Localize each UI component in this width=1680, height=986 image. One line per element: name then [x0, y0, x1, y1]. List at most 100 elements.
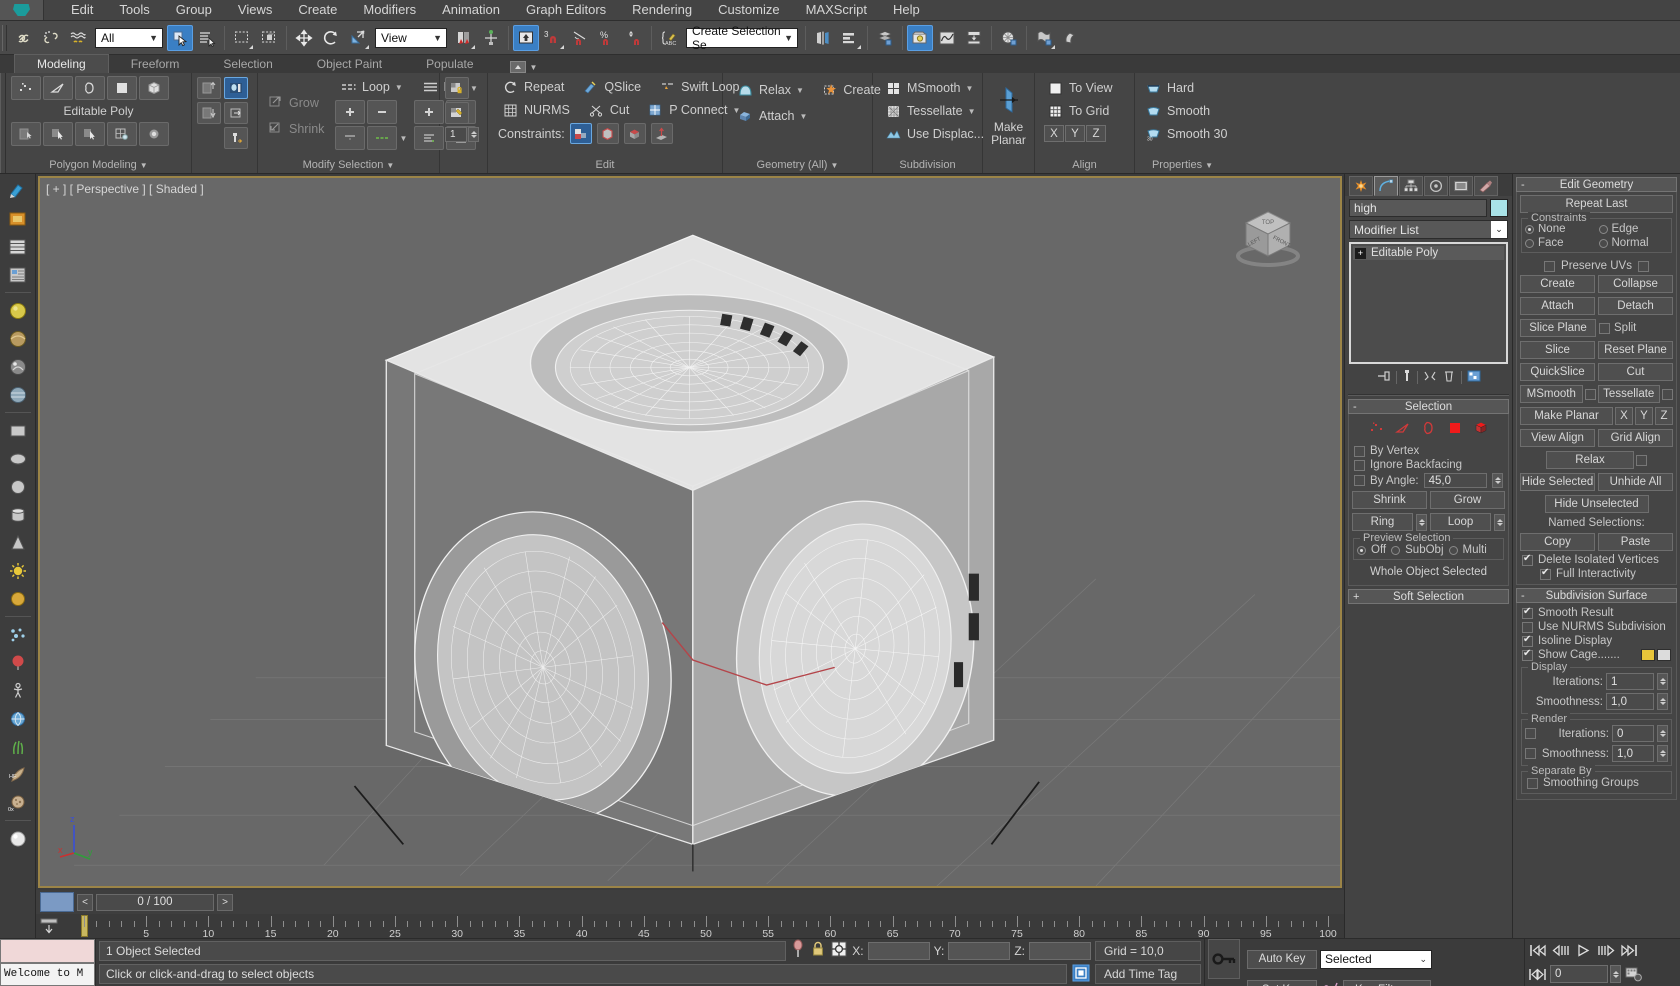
key-filters-curve-icon[interactable] [1320, 979, 1340, 986]
menu-item-group[interactable]: Group [163, 0, 225, 20]
menu-item-edit[interactable]: Edit [58, 0, 106, 20]
constraint-edge-radio[interactable] [1599, 225, 1608, 234]
noise-sphere-icon[interactable]: 0x [4, 790, 32, 815]
rendered-frame-window-icon[interactable] [1031, 25, 1057, 51]
tessellate-button[interactable]: Tessellate ▼ [881, 100, 977, 122]
qslice-button[interactable]: QSlice [578, 76, 645, 98]
sun-light-icon[interactable] [4, 558, 32, 583]
key-mode-combo[interactable]: Selected ⌄ [1320, 950, 1432, 969]
select-and-scale-icon[interactable] [345, 25, 371, 51]
make-planar-button[interactable]: Make Planar [1520, 407, 1613, 425]
paste-button[interactable]: Paste [1598, 533, 1673, 551]
constraint-none-radio[interactable] [1525, 225, 1534, 234]
ribbon-tab-freeform[interactable]: Freeform [109, 55, 202, 73]
generate-topology-icon[interactable] [11, 122, 41, 146]
preserve-uvs-row[interactable]: Preserve UVs [1520, 255, 1673, 273]
detach-button[interactable]: Detach [1598, 297, 1673, 315]
chevron-down-icon[interactable]: ▼ [395, 83, 403, 92]
select-up-icon[interactable] [197, 77, 221, 99]
create-button[interactable]: Create [1520, 275, 1595, 293]
reference-coordinate-combo[interactable]: View ▼ [375, 28, 447, 48]
rectangular-selection-region-icon[interactable] [229, 25, 255, 51]
edit-geometry-rollout-header[interactable]: - Edit Geometry [1516, 177, 1677, 192]
hierarchy-tab-icon[interactable] [1399, 176, 1423, 196]
menu-item-modifiers[interactable]: Modifiers [350, 0, 429, 20]
schematic-view-icon[interactable] [961, 25, 987, 51]
nurms-button[interactable]: NURMS [498, 99, 574, 121]
spinner-snap-toggle-icon[interactable] [621, 25, 647, 51]
reset-plane-button[interactable]: Reset Plane [1598, 341, 1673, 359]
menu-item-maxscript[interactable]: MAXScript [793, 0, 880, 20]
show-cage-checkbox[interactable] [1522, 650, 1533, 661]
selection-filter-combo[interactable]: All ▼ [95, 28, 163, 48]
timeline-ruler[interactable]: 5101520253035404550556065707580859095100 [62, 914, 1344, 938]
by-vertex-row[interactable]: By Vertex [1352, 444, 1505, 458]
select-and-manipulate-icon[interactable] [478, 25, 504, 51]
chevron-down-icon[interactable]: ▼ [799, 112, 807, 121]
copy-button[interactable]: Copy [1520, 533, 1595, 551]
ignore-backfacing-row[interactable]: Ignore Backfacing [1352, 458, 1505, 472]
loop-shrink-icon[interactable] [367, 100, 397, 124]
by-angle-field[interactable]: 45,0 [1424, 473, 1487, 488]
isoline-display-checkbox[interactable] [1522, 636, 1533, 647]
bind-to-space-warp-icon[interactable] [65, 25, 91, 51]
attach-button[interactable]: Attach ▼ [733, 105, 811, 127]
ribbon-tab-selection[interactable]: Selection [201, 55, 294, 73]
use-displacement-button[interactable]: Use Displac... [881, 123, 977, 145]
subdivision-rollout-header[interactable]: - Subdivision Surface [1516, 588, 1677, 603]
make-planar-z-button[interactable]: Z [1655, 407, 1673, 425]
ring-button[interactable]: Ring [1352, 513, 1413, 531]
constraint-edge-icon[interactable] [597, 123, 619, 144]
cone-primitive-icon[interactable] [4, 530, 32, 555]
relax-button[interactable]: Relax ▼ [733, 79, 811, 101]
material-sphere-4-icon[interactable] [4, 382, 32, 407]
render-smoothness-field[interactable]: 1,0 [1612, 745, 1654, 762]
pin-stack-status-icon[interactable] [790, 939, 806, 962]
object-name-input[interactable]: high [1349, 199, 1487, 217]
cut-button[interactable]: Cut [584, 99, 633, 121]
object-color-swatch[interactable] [1490, 199, 1508, 217]
ribbon-tab-object-paint[interactable]: Object Paint [295, 55, 404, 73]
isoline-display-row[interactable]: Isoline Display [1520, 634, 1673, 648]
stack-item-editable-poly[interactable]: + Editable Poly [1353, 246, 1504, 260]
render-iterations-spinner[interactable] [1657, 725, 1668, 742]
menu-item-help[interactable]: Help [880, 0, 933, 20]
grass-icon[interactable] [4, 734, 32, 759]
chevron-down-icon[interactable]: ▼ [968, 107, 976, 116]
ribbon-tab-populate[interactable]: Populate [404, 55, 495, 73]
slice-button[interactable]: Slice [1520, 341, 1595, 359]
current-frame-display[interactable]: 0 / 100 [96, 894, 214, 911]
constraint-face-radio[interactable] [1525, 239, 1534, 248]
tessellate-button[interactable]: Tessellate [1598, 385, 1661, 403]
loop-expand-icon[interactable] [335, 100, 365, 124]
preserve-uvs-checkbox[interactable] [1544, 261, 1555, 272]
go-to-start-icon[interactable] [1527, 941, 1548, 960]
preview-subobj-radio[interactable] [1391, 546, 1400, 555]
by-vertex-checkbox[interactable] [1354, 446, 1365, 457]
constraint-face-icon[interactable] [624, 123, 646, 144]
play-animation-icon[interactable] [1573, 941, 1594, 960]
toolbar-grip[interactable] [2, 25, 7, 51]
align-z-button[interactable]: Z [1086, 125, 1106, 142]
grow-button[interactable]: Grow [1430, 491, 1505, 509]
chevron-down-icon[interactable]: ▼ [386, 161, 394, 170]
smooth-result-row[interactable]: Smooth Result [1520, 606, 1673, 620]
particle-system-icon[interactable] [4, 622, 32, 647]
snap-toggle-icon[interactable] [513, 25, 539, 51]
menu-item-create[interactable]: Create [285, 0, 350, 20]
absolute-relative-transform-icon[interactable] [830, 940, 848, 961]
chevron-down-icon[interactable]: ▼ [831, 161, 839, 170]
prev-frame-button[interactable]: < [77, 894, 93, 911]
smooth-button[interactable]: Smooth [1141, 100, 1225, 122]
amber-sphere-icon[interactable] [4, 586, 32, 611]
previous-frame-icon[interactable] [1550, 941, 1571, 960]
vertex-level-icon[interactable] [1369, 421, 1385, 438]
modifier-stack[interactable]: + Editable Poly [1349, 242, 1508, 364]
repeat-last-button[interactable]: Repeat Last [1520, 195, 1673, 213]
render-iterations-field[interactable]: 0 [1612, 725, 1654, 742]
constraint-normal-icon[interactable] [651, 123, 673, 144]
maxscript-listener[interactable]: Welcome to M [0, 939, 96, 986]
expand-plus-icon[interactable]: + [1355, 248, 1366, 259]
configure-sets-icon[interactable] [1467, 369, 1481, 386]
maxscript-listener-input[interactable]: Welcome to M [0, 963, 95, 986]
